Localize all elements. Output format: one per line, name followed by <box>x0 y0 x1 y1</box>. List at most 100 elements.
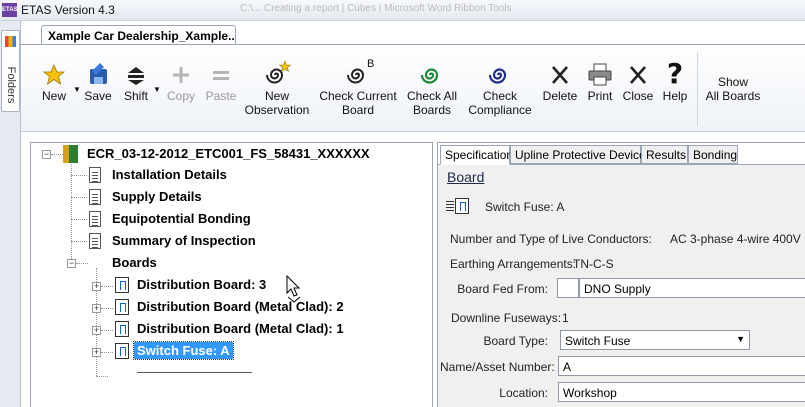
tree-board-distribution-3[interactable]: Distribution Board: 3 <box>137 277 266 292</box>
mouse-cursor-icon <box>286 274 302 306</box>
show-all-boards-button[interactable]: Show All Boards <box>702 45 764 125</box>
tree-board-metal-clad-1[interactable]: Distribution Board (Metal Clad): 1 <box>137 321 344 336</box>
fed-from-field[interactable]: DNO Supply <box>579 278 805 298</box>
location-input[interactable]: Workshop <box>558 382 805 402</box>
board-icon <box>115 321 129 337</box>
fed-from-picker-button[interactable] <box>557 278 579 298</box>
document-icon <box>89 167 101 183</box>
tab-bonding[interactable]: Bonding <box>688 145 738 164</box>
help-icon: ? <box>666 57 684 90</box>
save-icon <box>82 59 114 89</box>
location-label: Location: <box>499 386 548 400</box>
board-icon <box>115 343 129 359</box>
document-tab[interactable]: Xample Car Dealership_Xample... <box>41 25 236 45</box>
check-compliance-spiral-icon <box>484 59 516 89</box>
document-icon <box>89 233 101 249</box>
board-icon <box>115 277 129 293</box>
tree-line <box>51 154 63 155</box>
app-icon: ETAS <box>2 3 18 17</box>
folders-label: Folders <box>5 66 17 104</box>
board-type-label: Board Type: <box>483 334 549 348</box>
background-taskbar-text: C:\... Creating a report | Cubes | Micro… <box>240 3 512 14</box>
close-button[interactable]: Close <box>620 45 656 125</box>
check-all-spiral-icon <box>416 59 448 89</box>
document-icon <box>89 189 101 205</box>
board-heading: Board <box>447 169 485 185</box>
tree-item-summary-of-inspection[interactable]: Summary of Inspection <box>112 233 256 248</box>
tree-rename-underline <box>137 372 252 373</box>
fed-from-label: Board Fed From: <box>457 282 548 296</box>
tree-expander[interactable]: + <box>92 326 101 335</box>
document-icon <box>89 211 101 227</box>
tree-root[interactable]: ECR_03-12-2012_ETC001_FS_58431_XXXXXX <box>87 146 370 161</box>
name-asset-number-input[interactable]: A <box>558 356 805 376</box>
board-badge: B <box>367 58 375 70</box>
tree-expander[interactable]: + <box>92 348 101 357</box>
tree-line <box>71 175 87 176</box>
tree-line <box>71 241 87 242</box>
plus-icon <box>165 59 197 89</box>
star-icon <box>38 59 70 89</box>
tree-expander[interactable]: + <box>92 304 101 313</box>
folders-sidebar: Folders <box>0 21 21 407</box>
shift-button[interactable]: Shift ▼ <box>119 45 161 125</box>
check-compliance-button[interactable]: Check Compliance <box>465 45 535 125</box>
downline-fuseways-value: 1 <box>562 311 569 325</box>
folders-icon <box>5 36 16 47</box>
tree-expander[interactable]: − <box>67 259 76 268</box>
delete-button[interactable]: Delete <box>539 45 581 125</box>
earthing-label: Earthing Arrangements: <box>450 257 577 271</box>
save-button[interactable]: Save <box>79 45 117 125</box>
copy-button[interactable]: Copy <box>164 45 198 125</box>
tree-expander[interactable]: + <box>92 282 101 291</box>
board-type-select[interactable]: Switch Fuse ▼ <box>560 330 750 350</box>
tree-line <box>101 330 113 331</box>
earthing-value: TN-C-S <box>573 257 614 271</box>
ribbon-toolbar: New ▼ Save Shift ▼ Copy Paste New Observ… <box>21 45 805 132</box>
ribbon-separator <box>697 52 698 126</box>
tree-item-boards[interactable]: Boards <box>112 255 157 270</box>
check-current-board-button[interactable]: B Check Current Board <box>316 45 400 125</box>
root-report-icon-right <box>69 145 78 163</box>
new-button[interactable]: New ▼ <box>37 45 81 125</box>
paste-button[interactable]: Paste <box>202 45 240 125</box>
new-observation-button[interactable]: New Observation <box>242 45 312 125</box>
tree-item-installation-details[interactable]: Installation Details <box>112 167 227 182</box>
tree-expander[interactable]: − <box>42 150 51 159</box>
tab-upline-protective-device[interactable]: Upline Protective Device <box>510 145 646 164</box>
board-name-label: Switch Fuse: A <box>485 200 565 214</box>
live-conductors-label: Number and Type of Live Conductors: <box>450 232 652 246</box>
check-all-boards-button[interactable]: Check All Boards <box>404 45 460 125</box>
help-button[interactable]: ? Help <box>658 45 692 125</box>
chevron-down-icon: ▼ <box>153 85 161 94</box>
board-icon <box>115 299 129 315</box>
tree-line <box>76 263 88 264</box>
tab-specification[interactable]: Specification <box>440 145 513 165</box>
live-conductors-value: AC 3-phase 4-wire 400V Neutral <box>670 232 805 246</box>
check-current-spiral-icon: B <box>342 58 375 89</box>
tree-line <box>71 219 87 220</box>
chevron-down-icon: ▼ <box>736 334 745 344</box>
board-lines-icon <box>446 201 454 202</box>
tree-line <box>101 352 113 353</box>
close-icon <box>622 59 654 89</box>
tree-item-equipotential-bonding[interactable]: Equipotential Bonding <box>112 211 251 226</box>
name-asset-number-label: Name/Asset Number: <box>440 360 555 374</box>
tree-item-supply-details[interactable]: Supply Details <box>112 189 202 204</box>
shift-icon <box>120 59 152 89</box>
title-bar: ETAS ETAS Version 4.3 C:\... Creating a … <box>0 0 805 21</box>
window-title: ETAS Version 4.3 <box>21 3 115 17</box>
tree-board-metal-clad-2[interactable]: Distribution Board (Metal Clad): 2 <box>137 299 344 314</box>
delete-x-icon <box>544 59 576 89</box>
folders-tab[interactable]: Folders <box>1 30 20 112</box>
tab-results[interactable]: Results <box>641 145 688 164</box>
equals-icon <box>205 59 237 89</box>
tree-line <box>101 308 113 309</box>
board-icon <box>455 198 469 214</box>
print-button[interactable]: Print <box>582 45 618 125</box>
tree-line <box>96 376 108 377</box>
downline-fuseways-label: Downline Fuseways: <box>451 311 562 325</box>
observation-spiral-icon <box>261 59 293 89</box>
tree-board-switch-fuse-a[interactable]: Switch Fuse: A <box>133 341 234 360</box>
tree-line <box>101 286 113 287</box>
